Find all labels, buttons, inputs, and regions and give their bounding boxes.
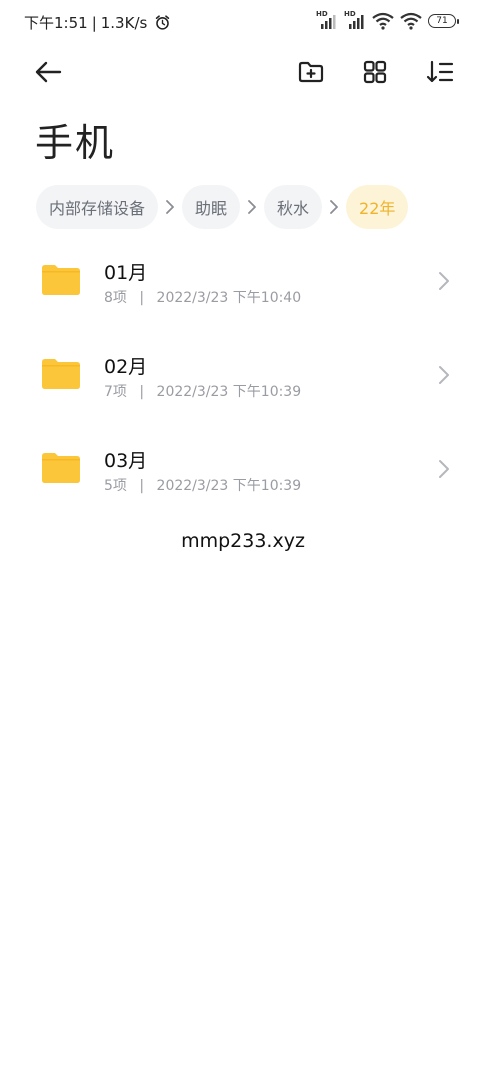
signal-2: HD	[344, 10, 366, 30]
net-speed: 1.3K/s	[100, 13, 148, 32]
new-folder-button[interactable]	[291, 50, 331, 94]
folder-name: 03月	[104, 450, 148, 472]
sort-icon	[426, 60, 454, 83]
folder-row[interactable]: 01月 8项 | 2022/3/23 下午10:40	[0, 234, 486, 328]
battery-level: 71	[436, 16, 448, 26]
folder-name: 02月	[104, 356, 148, 378]
status-separator: |	[91, 13, 97, 32]
breadcrumb-item-sleep-aid[interactable]: 助眠	[182, 185, 241, 229]
folder-meta: 8项 | 2022/3/23 下午10:40	[104, 287, 301, 307]
folder-icon	[42, 453, 80, 483]
breadcrumb: 内部存储设备 助眠 秋水 22年	[36, 185, 409, 229]
chevron-right-icon	[439, 366, 449, 384]
folder-item-count: 7项	[104, 384, 127, 400]
folder-icon	[42, 359, 80, 389]
sort-button[interactable]	[420, 50, 460, 94]
chevron-right-icon	[240, 185, 264, 229]
folder-plus-icon	[298, 61, 324, 83]
alarm-clock-icon	[156, 15, 170, 30]
folder-icon	[42, 265, 80, 295]
folder-date: 2022/3/23 下午10:39	[156, 478, 302, 494]
folder-name: 01月	[104, 262, 148, 284]
meta-separator: |	[139, 290, 145, 306]
grid-view-button[interactable]	[355, 50, 395, 94]
folder-meta: 7项 | 2022/3/23 下午10:39	[104, 381, 301, 401]
signal-1: HD	[316, 10, 338, 30]
folder-row[interactable]: 02月 7项 | 2022/3/23 下午10:39	[0, 328, 486, 422]
folder-list: 01月 8项 | 2022/3/23 下午10:40 02月 7项 | 2022…	[0, 234, 486, 516]
chevron-right-icon	[439, 460, 449, 478]
chevron-right-icon	[158, 185, 182, 229]
arrow-left-icon	[35, 61, 62, 83]
folder-meta: 5项 | 2022/3/23 下午10:39	[104, 475, 301, 495]
status-left: 下午1:51 | 1.3K/s	[24, 12, 171, 33]
back-button[interactable]	[28, 50, 68, 94]
meta-separator: |	[139, 384, 145, 400]
page-title: 手机	[35, 121, 116, 165]
signal-bars-icon	[349, 15, 364, 29]
status-bar: 下午1:51 | 1.3K/s HD HD 71	[0, 0, 486, 44]
wifi-icon	[372, 12, 394, 30]
watermark-text: mmp233.xyz	[181, 530, 305, 552]
folder-row[interactable]: 03月 5项 | 2022/3/23 下午10:39	[0, 422, 486, 516]
status-time: 下午1:51	[24, 14, 88, 32]
meta-separator: |	[139, 478, 145, 494]
breadcrumb-item-current-22[interactable]: 22年	[346, 185, 409, 229]
chevron-right-icon	[322, 185, 346, 229]
grid-view-icon	[363, 60, 387, 84]
chevron-right-icon	[439, 272, 449, 290]
folder-item-count: 8项	[104, 290, 127, 306]
battery-icon: 71	[428, 14, 459, 28]
folder-date: 2022/3/23 下午10:40	[156, 290, 302, 306]
breadcrumb-item-internal-storage[interactable]: 内部存储设备	[36, 185, 159, 229]
folder-item-count: 5项	[104, 478, 127, 494]
breadcrumb-item-qiushui[interactable]: 秋水	[264, 185, 323, 229]
folder-date: 2022/3/23 下午10:39	[156, 384, 302, 400]
wifi-icon-2	[400, 12, 422, 30]
toolbar	[0, 50, 486, 94]
status-right: HD HD 71	[316, 10, 459, 30]
signal-bars-icon	[321, 15, 336, 29]
